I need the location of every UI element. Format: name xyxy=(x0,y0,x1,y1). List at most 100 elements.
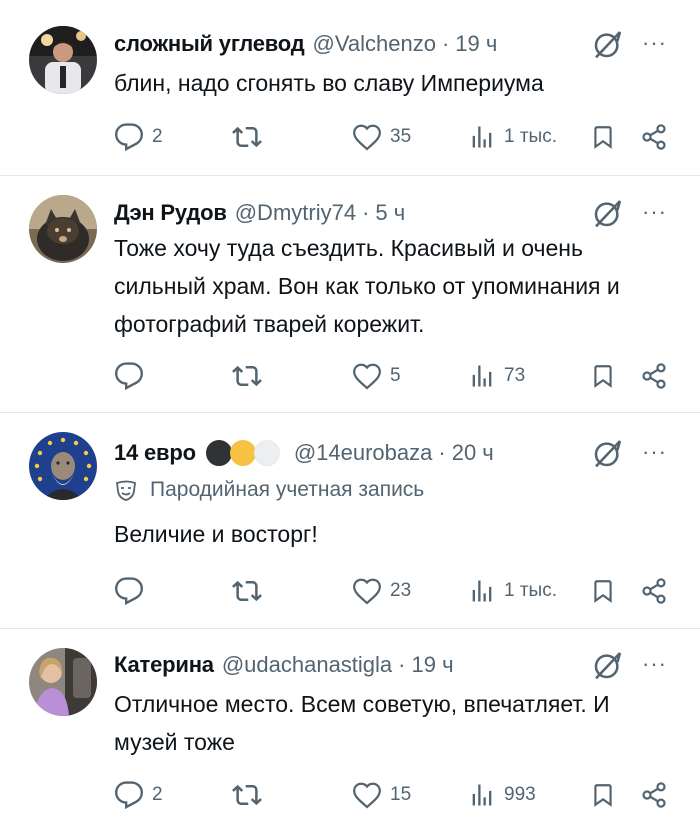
reply-count: 2 xyxy=(152,784,163,805)
tweet-header: сложный углевод @Valchenzo · 19 ч xyxy=(114,28,497,60)
tweet-text: Отличное место. Всем советую, впечатляет… xyxy=(114,691,610,755)
views-button[interactable]: 73 xyxy=(468,360,525,392)
grok-icon[interactable] xyxy=(592,437,624,469)
views-icon xyxy=(468,123,496,151)
parody-label: Пародийная учетная запись xyxy=(114,478,424,502)
author-name[interactable]: 14 евро xyxy=(114,440,196,466)
retweet-button[interactable] xyxy=(232,779,270,811)
like-count: 5 xyxy=(390,365,401,386)
views-button[interactable]: 1 тыс. xyxy=(468,121,557,153)
retweet-icon xyxy=(232,122,262,152)
avatar[interactable] xyxy=(29,648,97,716)
timestamp[interactable]: 5 ч xyxy=(375,200,405,226)
views-icon xyxy=(468,362,496,390)
author-handle[interactable]: @Dmytriy74 xyxy=(235,200,356,226)
avatar[interactable] xyxy=(29,26,97,94)
more-icon[interactable]: ··· xyxy=(642,439,667,465)
badge-circle-light xyxy=(253,440,280,466)
timestamp[interactable]: 19 ч xyxy=(412,652,454,678)
share-icon xyxy=(640,362,668,390)
views-count: 1 тыс. xyxy=(504,126,557,147)
views-count: 1 тыс. xyxy=(504,580,557,601)
tweet[interactable]: сложный углевод @Valchenzo · 19 ч ··· бл… xyxy=(0,0,700,176)
like-button[interactable]: 35 xyxy=(352,121,411,153)
reply-button[interactable] xyxy=(114,360,152,392)
bookmark-button[interactable] xyxy=(590,360,616,392)
retweet-button[interactable] xyxy=(232,575,270,607)
separator: · xyxy=(441,31,450,56)
views-icon xyxy=(468,781,496,809)
badge-circle-dark xyxy=(205,440,232,466)
share-button[interactable] xyxy=(640,360,668,392)
like-button[interactable]: 23 xyxy=(352,575,411,607)
reply-button[interactable]: 2 xyxy=(114,121,163,153)
retweet-icon xyxy=(232,361,262,391)
share-icon xyxy=(640,123,668,151)
tweet[interactable]: Дэн Рудов @Dmytriy74 · 5 ч ··· Тоже хочу… xyxy=(0,176,700,413)
bookmark-button[interactable] xyxy=(590,779,616,811)
tweet[interactable]: Катерина @udachanastigla · 19 ч ··· Отли… xyxy=(0,629,700,837)
tweet-header: Катерина @udachanastigla · 19 ч xyxy=(114,649,454,681)
like-count: 15 xyxy=(390,784,412,805)
grok-icon[interactable] xyxy=(592,197,624,229)
author-handle[interactable]: @udachanastigla xyxy=(222,652,392,678)
parody-label-text: Пародийная учетная запись xyxy=(150,478,425,501)
views-count: 993 xyxy=(504,784,536,805)
grok-icon[interactable] xyxy=(592,649,624,681)
timestamp[interactable]: 20 ч xyxy=(452,440,494,466)
like-button[interactable]: 15 xyxy=(352,779,411,811)
avatar[interactable] xyxy=(29,195,97,263)
more-icon[interactable]: ··· xyxy=(642,199,667,225)
bookmark-icon xyxy=(590,362,616,390)
reply-icon xyxy=(114,780,144,810)
reply-button[interactable] xyxy=(114,575,152,607)
author-handle[interactable]: @Valchenzo xyxy=(313,31,436,57)
more-icon[interactable]: ··· xyxy=(642,651,667,677)
share-icon xyxy=(640,577,668,605)
action-bar: 23 1 тыс. xyxy=(0,575,700,607)
share-icon xyxy=(640,781,668,809)
grok-icon[interactable] xyxy=(592,28,624,60)
bookmark-button[interactable] xyxy=(590,121,616,153)
more-icon[interactable]: ··· xyxy=(642,30,667,56)
like-icon xyxy=(352,780,382,810)
avatar[interactable] xyxy=(29,432,97,500)
separator: · xyxy=(438,440,446,465)
badge-circle-yellow xyxy=(229,440,256,466)
bookmark-button[interactable] xyxy=(590,575,616,607)
share-button[interactable] xyxy=(640,575,668,607)
action-bar: 2 15 993 xyxy=(0,779,700,811)
like-button[interactable]: 5 xyxy=(352,360,401,392)
retweet-button[interactable] xyxy=(232,121,270,153)
author-name[interactable]: Дэн Рудов xyxy=(114,200,227,226)
reply-icon xyxy=(114,576,144,606)
separator: · xyxy=(398,652,406,677)
tweet-text: блин, надо сгонять во славу Империума xyxy=(114,70,544,96)
tweet-header: Дэн Рудов @Dmytriy74 · 5 ч xyxy=(114,197,405,229)
share-button[interactable] xyxy=(640,121,668,153)
like-icon xyxy=(352,122,382,152)
views-button[interactable]: 1 тыс. xyxy=(468,575,557,607)
share-button[interactable] xyxy=(640,779,668,811)
bookmark-icon xyxy=(590,577,616,605)
retweet-icon xyxy=(232,780,262,810)
author-handle[interactable]: @14eurobaza xyxy=(294,440,433,466)
retweet-button[interactable] xyxy=(232,360,270,392)
action-bar: 2 35 1 тыс. xyxy=(0,121,700,153)
like-count: 23 xyxy=(390,580,412,601)
author-name[interactable]: Катерина xyxy=(114,652,214,678)
timestamp[interactable]: 19 ч xyxy=(455,31,497,57)
views-count: 73 xyxy=(504,365,526,386)
tweet-header: 14 евро @14eurobaza · 20 ч xyxy=(114,437,494,469)
tweet-text: Тоже хочу туда съездить. Красивый и очен… xyxy=(114,235,620,337)
like-icon xyxy=(352,361,382,391)
author-name[interactable]: сложный углевод xyxy=(114,31,305,57)
views-button[interactable]: 993 xyxy=(468,779,536,811)
reply-icon xyxy=(114,361,144,391)
tweet[interactable]: 14 евро @14eurobaza · 20 ч ··· Пародийна… xyxy=(0,413,700,629)
retweet-icon xyxy=(232,576,262,606)
bookmark-icon xyxy=(590,123,616,151)
reply-button[interactable]: 2 xyxy=(114,779,163,811)
tweet-text: Величие и восторг! xyxy=(114,521,318,547)
views-icon xyxy=(468,577,496,605)
